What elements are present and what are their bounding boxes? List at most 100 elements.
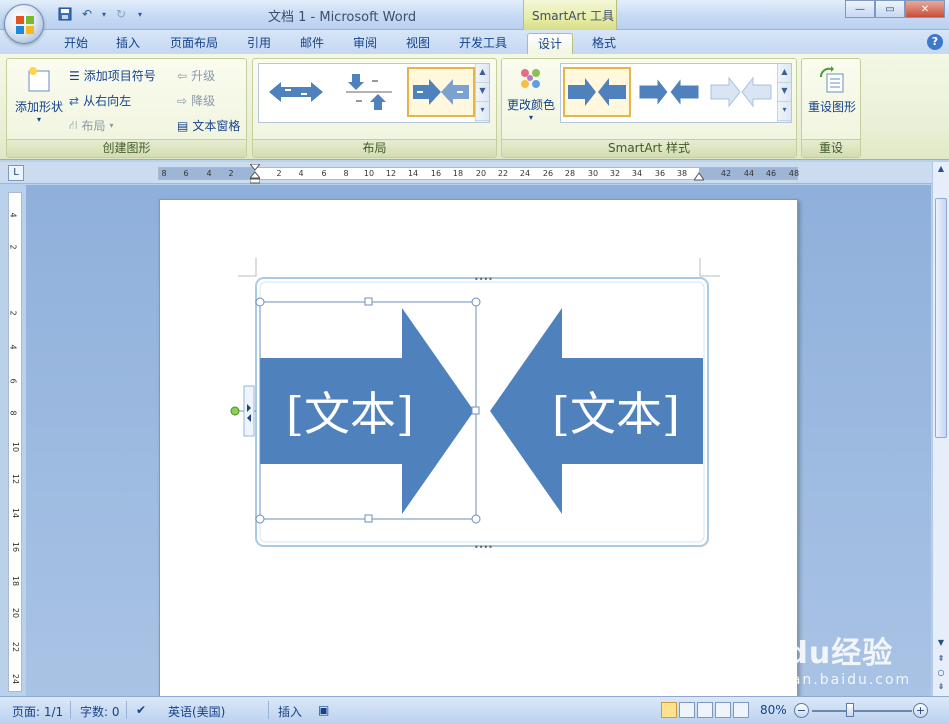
tab-developer[interactable]: 开发工具 [452,33,514,54]
language-indicator[interactable]: 英语(美国) [168,703,225,720]
previous-page-icon[interactable]: ⇞ [933,652,949,666]
tab-mailings[interactable]: 邮件 [294,33,330,54]
tab-page-layout[interactable]: 页面布局 [163,33,225,54]
ruler-mark: 2 [228,169,234,178]
office-button[interactable] [4,4,44,44]
vertical-ruler-mark: 10 [11,441,21,453]
draft-view-icon[interactable] [733,702,749,718]
scroll-down-icon[interactable]: ▼ [778,83,791,103]
resize-handle[interactable] [364,297,373,306]
full-screen-reading-icon[interactable] [679,702,695,718]
zoom-out-icon[interactable]: − [794,703,809,718]
resize-handle[interactable] [471,297,481,307]
scrollbar-thumb[interactable] [935,198,947,438]
layout-button[interactable]: ⛙ 布局 ▾ [69,117,113,134]
add-shape-dropdown-icon: ▾ [36,115,41,124]
print-layout-view-icon[interactable] [661,702,677,718]
minimize-button[interactable]: — [845,0,875,18]
add-shape-button[interactable]: 添加形状 ▾ [11,65,67,133]
close-button[interactable]: ✕ [905,0,945,18]
layout-option-opposing-arrows[interactable] [407,67,475,117]
vertical-ruler-mark: 8 [8,410,18,416]
tab-home[interactable]: 开始 [58,33,94,54]
page-count[interactable]: 页面: 1/1 [12,703,63,720]
rotation-handle[interactable] [230,406,240,416]
ruler-mark: 22 [497,169,509,178]
demote-button[interactable]: ⇨ 降级 [177,92,215,109]
reset-graphic-button[interactable]: 重设图形 [804,65,860,133]
vertical-ruler[interactable]: 4 2 2 4 6 8 10 12 14 16 18 20 22 24 [8,192,22,692]
zoom-in-icon[interactable]: + [913,703,928,718]
resize-handle[interactable] [255,514,265,524]
tab-view[interactable]: 视图 [400,33,436,54]
resize-handle[interactable] [255,297,265,307]
tab-selector-button[interactable]: L [8,165,24,181]
tab-design[interactable]: 设计 [527,33,573,54]
frame-bottom-handle[interactable]: •••• [474,543,493,552]
proofing-icon[interactable]: ✔ [136,703,146,717]
tab-insert[interactable]: 插入 [110,33,146,54]
layout-dropdown-icon: ▾ [109,121,114,130]
vertical-ruler-mark: 16 [11,541,21,553]
document-page[interactable]: •••• •••• [文本] [文本] [159,199,798,709]
tab-format[interactable]: 格式 [584,33,624,54]
scroll-up-arrow-icon[interactable]: ▲ [933,162,949,176]
next-page-icon[interactable]: ⇟ [933,680,949,694]
left-arrow-text[interactable]: [文本] [260,378,440,444]
redo-icon[interactable]: ↻ [112,5,130,23]
undo-dropdown-icon[interactable]: ▾ [100,5,108,23]
layout-option-up-down[interactable] [335,67,403,117]
maximize-button[interactable]: ▭ [875,0,905,18]
scroll-up-icon[interactable]: ▲ [476,64,489,84]
style-option-light[interactable] [707,67,775,117]
outline-view-icon[interactable] [715,702,731,718]
gallery-more-icon[interactable]: ▾ [778,102,791,122]
undo-icon[interactable]: ↶ [78,5,96,23]
resize-handle[interactable] [471,406,480,415]
scroll-down-arrow-icon[interactable]: ▼ [933,636,949,650]
right-to-left-button[interactable]: ⇄ 从右向左 [69,92,131,109]
ruler-mark: 34 [631,169,643,178]
ruler-mark: 6 [183,169,189,178]
macro-record-icon[interactable]: ▣ [318,703,329,717]
ruler-mark: 4 [298,169,304,178]
help-icon[interactable]: ? [927,34,943,50]
style-option-simple[interactable] [563,67,631,117]
layouts-group-label: 布局 [253,139,496,157]
save-icon[interactable] [56,5,74,23]
style-option-outline[interactable] [635,67,703,117]
tab-review[interactable]: 审阅 [347,33,383,54]
customize-qat-icon[interactable]: ▾ [134,5,146,23]
web-layout-icon[interactable] [697,702,713,718]
text-pane-toggle[interactable] [243,385,255,437]
scroll-down-icon[interactable]: ▼ [476,83,489,103]
resize-handle[interactable] [471,514,481,524]
word-count[interactable]: 字数: 0 [80,703,120,720]
resize-handle[interactable] [364,514,373,523]
ruler-mark: 26 [542,169,554,178]
zoom-level[interactable]: 80% [760,703,787,717]
browse-object-icon[interactable]: ○ [933,666,949,680]
scroll-up-icon[interactable]: ▲ [778,64,791,84]
styles-gallery-scroll[interactable]: ▲ ▼ ▾ [777,64,791,122]
zoom-slider-thumb[interactable] [846,703,854,717]
ruler-mark: 2 [276,169,282,178]
indent-marker-icon[interactable] [250,164,260,184]
layouts-gallery-scroll[interactable]: ▲ ▼ ▾ [475,64,489,122]
right-indent-marker-icon[interactable] [694,171,704,181]
change-colors-button[interactable]: 更改颜色 ▾ [504,65,558,133]
zoom-slider[interactable] [812,710,912,712]
promote-button[interactable]: ⇦ 升级 [177,67,215,84]
layout-option-double-arrow[interactable] [262,67,330,117]
add-bullet-button[interactable]: ☰ 添加项目符号 [69,67,156,84]
vertical-scrollbar[interactable]: ▲ ▼ ⇞ ○ ⇟ [932,162,949,696]
smartart-styles-group-label: SmartArt 样式 [502,139,796,157]
frame-top-handle[interactable]: •••• [474,275,493,284]
insert-mode-indicator[interactable]: 插入 [278,703,302,720]
ruler-mark: 4 [206,169,212,178]
tab-references[interactable]: 引用 [241,33,277,54]
vertical-ruler-mark: 20 [11,607,21,619]
text-pane-button[interactable]: ▤ 文本窗格 [177,117,240,134]
right-arrow-text[interactable]: [文本] [532,378,700,444]
gallery-more-icon[interactable]: ▾ [476,102,489,122]
